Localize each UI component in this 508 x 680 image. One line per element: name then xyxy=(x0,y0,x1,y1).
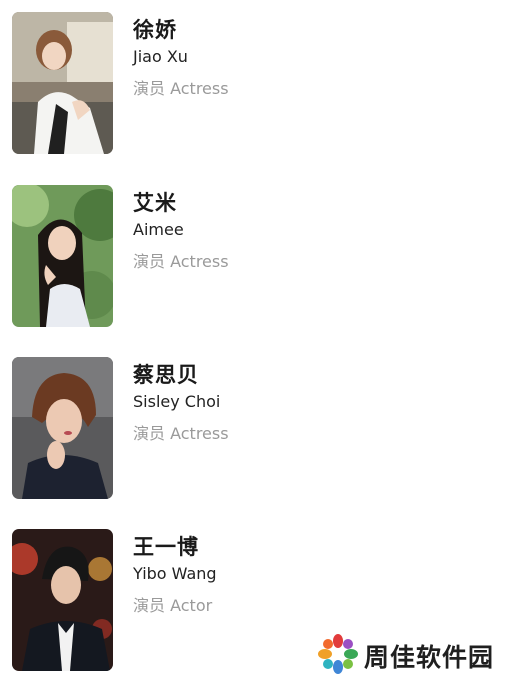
watermark: 周佳软件园 xyxy=(316,632,502,676)
cast-list: 徐娇 Jiao Xu 演员 Actress 艾米 Aimee 演员 Actres… xyxy=(0,0,508,680)
cast-name-english: Jiao Xu xyxy=(133,47,188,66)
cast-role: 演员 Actress xyxy=(133,79,229,98)
cast-role: 演员 Actor xyxy=(133,596,213,615)
cast-photo[interactable] xyxy=(12,185,113,327)
cast-photo[interactable] xyxy=(12,357,113,499)
cast-photo[interactable] xyxy=(12,529,113,671)
cast-role: 演员 Actress xyxy=(133,424,229,443)
cast-name-english: Sisley Choi xyxy=(133,392,221,411)
cast-name-english: Yibo Wang xyxy=(133,564,217,583)
cast-item[interactable]: 徐娇 Jiao Xu 演员 Actress xyxy=(12,12,472,154)
cast-name-english: Aimee xyxy=(133,220,184,239)
cast-item[interactable]: 蔡思贝 Sisley Choi 演员 Actress xyxy=(12,357,472,499)
cast-name-chinese: 王一博 xyxy=(133,535,199,559)
cast-item[interactable]: 艾米 Aimee 演员 Actress xyxy=(12,185,472,327)
watermark-text: 周佳软件园 xyxy=(364,643,495,672)
cast-photo[interactable] xyxy=(12,12,113,154)
cast-name-chinese: 艾米 xyxy=(133,191,177,215)
cast-role: 演员 Actress xyxy=(133,252,229,271)
watermark-logo-icon xyxy=(318,634,358,674)
cast-name-chinese: 徐娇 xyxy=(133,18,177,42)
cast-name-chinese: 蔡思贝 xyxy=(133,363,199,387)
